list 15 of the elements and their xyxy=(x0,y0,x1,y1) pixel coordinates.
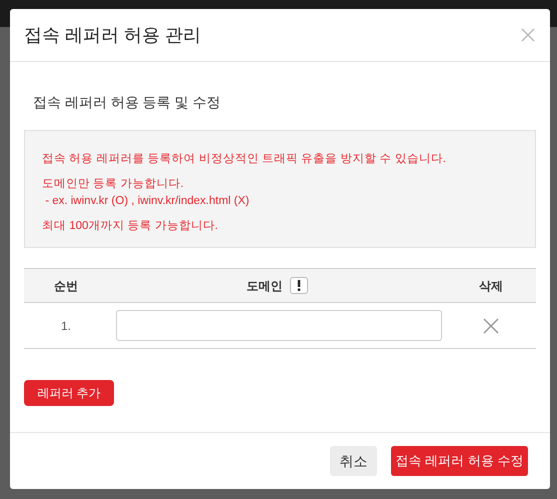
cancel-button[interactable]: 취소 xyxy=(330,446,377,476)
add-referrer-button[interactable]: 레퍼러 추가 xyxy=(24,380,114,406)
column-header: 도메인 xyxy=(246,278,282,294)
submit-button[interactable]: 접속 레퍼러 허용 수정 xyxy=(391,446,528,476)
column-header: 순번 xyxy=(53,278,79,294)
domain-input-field[interactable] xyxy=(116,310,442,341)
column-header: 삭제 xyxy=(478,278,504,294)
info-icon[interactable] xyxy=(290,277,308,294)
row-number: 1. xyxy=(60,318,72,334)
dialog-title: 접속 레퍼러 허용 관리 xyxy=(24,24,202,46)
notice-text: 접속 허용 레퍼러를 등록하여 비정상적인 트래픽 유출을 방지할 수 있습니다. xyxy=(42,152,447,167)
notice-text: 도메인만 등록 가능합니다. - ex. iwinv.kr (O) , iwinv.kr/index.html (X) xyxy=(42,177,250,209)
section-title: 접속 레퍼러 허용 등록 및 수정 xyxy=(33,93,222,112)
notice-text: 최대 100개까지 등록 가능합니다. xyxy=(42,219,219,234)
delete-icon[interactable] xyxy=(483,318,499,334)
